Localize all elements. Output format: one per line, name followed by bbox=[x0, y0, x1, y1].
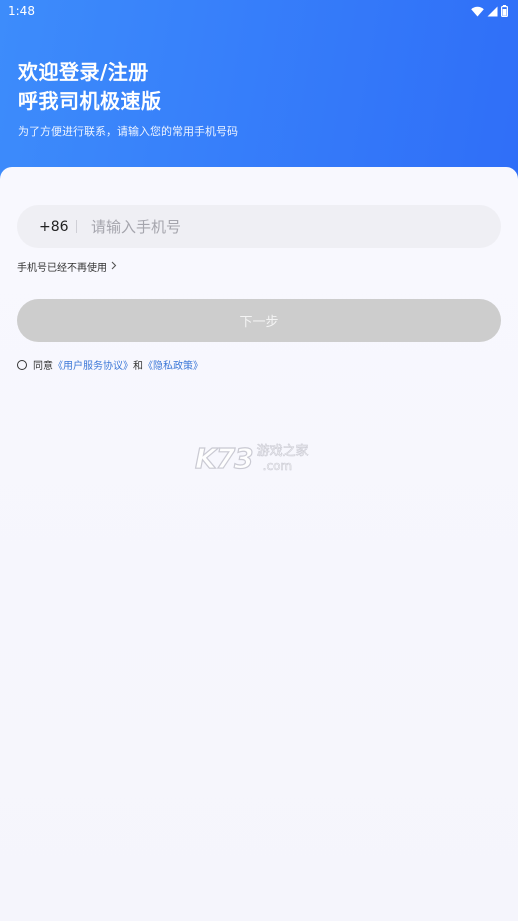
title-line-1: 欢迎登录/注册 bbox=[18, 60, 149, 84]
battery-icon bbox=[501, 5, 508, 17]
next-button[interactable]: 下一步 bbox=[17, 299, 501, 342]
status-bar: 1:48 bbox=[0, 0, 518, 22]
watermark-com: .com bbox=[262, 458, 293, 473]
terms-link[interactable]: 《用户服务协议》 bbox=[53, 357, 133, 372]
field-divider bbox=[76, 220, 77, 233]
phone-no-longer-used-label: 手机号已经不再使用 bbox=[17, 263, 107, 274]
login-card: +86 手机号已经不再使用 下一步 同意 《用户服务协议》 和 《隐私政策》 bbox=[0, 167, 518, 921]
agreement-row: 同意 《用户服务协议》 和 《隐私政策》 bbox=[17, 357, 203, 372]
title-line-2: 呼我司机极速版 bbox=[18, 89, 162, 113]
watermark-logo: K73 bbox=[194, 441, 254, 475]
subtitle: 为了方便进行联系，请输入您的常用手机号码 bbox=[18, 125, 238, 138]
chevron-right-icon bbox=[111, 261, 117, 273]
phone-field[interactable]: +86 bbox=[17, 205, 501, 248]
watermark-cn: 游戏之家 bbox=[256, 443, 309, 459]
privacy-link[interactable]: 《隐私政策》 bbox=[143, 357, 203, 372]
country-code[interactable]: +86 bbox=[39, 219, 69, 235]
welcome-title: 欢迎登录/注册 呼我司机极速版 bbox=[18, 58, 162, 116]
status-icons bbox=[471, 5, 508, 17]
signal-icon bbox=[487, 6, 498, 16]
wifi-icon bbox=[471, 6, 484, 16]
watermark: K73 游戏之家 .com bbox=[194, 441, 309, 475]
watermark-text: 游戏之家 .com bbox=[256, 443, 309, 473]
agreement-prefix: 同意 bbox=[33, 361, 53, 372]
agreement-radio[interactable] bbox=[17, 359, 27, 370]
agreement-conjunction: 和 bbox=[133, 361, 143, 372]
phone-input[interactable] bbox=[91, 217, 471, 236]
status-time: 1:48 bbox=[8, 4, 35, 18]
phone-no-longer-used-link[interactable]: 手机号已经不再使用 bbox=[17, 259, 117, 274]
